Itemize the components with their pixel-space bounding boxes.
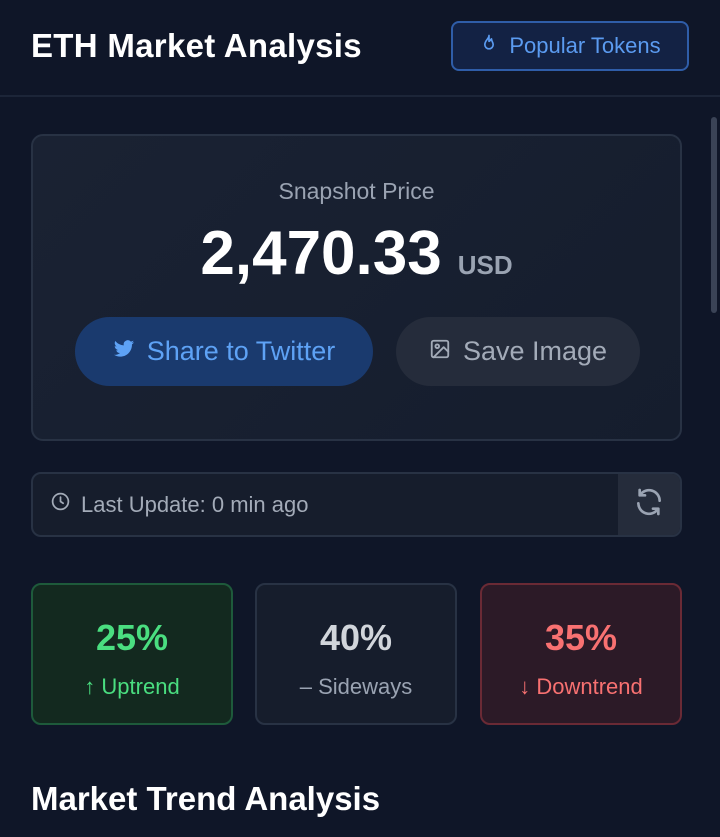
sideways-label: – Sideways xyxy=(299,674,413,699)
update-bar: Last Update: 0 min ago xyxy=(31,472,682,537)
clock-icon xyxy=(50,491,71,518)
popular-tokens-button[interactable]: Popular Tokens xyxy=(451,21,689,71)
downtrend-percent: 35% xyxy=(544,617,618,658)
refresh-icon xyxy=(633,486,665,523)
page: ETH Market Analysis Popular Tokens Snaps… xyxy=(0,0,720,837)
flame-icon xyxy=(479,33,499,59)
price-value: 2,470.33 xyxy=(200,219,442,288)
page-title: ETH Market Analysis xyxy=(31,27,362,64)
snapshot-card: Snapshot Price 2,470.33 USD Share to Twi… xyxy=(31,134,682,441)
price-unit: USD xyxy=(457,250,513,280)
twitter-icon xyxy=(113,336,135,367)
uptrend-card: 25% ↑ Uptrend xyxy=(31,583,233,725)
sideways-percent: 40% xyxy=(319,617,393,658)
last-update-text: Last Update: 0 min ago xyxy=(81,491,309,517)
downtrend-card: 35% ↓ Downtrend xyxy=(480,583,682,725)
last-update: Last Update: 0 min ago xyxy=(50,474,308,535)
uptrend-percent: 25% xyxy=(95,617,169,658)
share-twitter-button[interactable]: Share to Twitter xyxy=(75,317,373,386)
save-image-label: Save Image xyxy=(462,336,608,366)
refresh-button[interactable] xyxy=(618,474,680,535)
header: ETH Market Analysis Popular Tokens xyxy=(0,0,720,97)
uptrend-label: ↑ Uptrend xyxy=(84,674,180,699)
popular-tokens-label: Popular Tokens xyxy=(509,33,661,58)
section-title: Market Trend Analysis xyxy=(31,780,381,817)
save-image-button[interactable]: Save Image xyxy=(396,317,640,386)
scrollbar[interactable] xyxy=(711,117,717,313)
snapshot-label: Snapshot Price xyxy=(278,178,435,204)
sideways-card: 40% – Sideways xyxy=(255,583,457,725)
downtrend-label: ↓ Downtrend xyxy=(519,674,643,699)
image-icon xyxy=(429,336,451,367)
price-row: 2,470.33 USD xyxy=(33,218,680,289)
share-twitter-label: Share to Twitter xyxy=(146,336,336,366)
